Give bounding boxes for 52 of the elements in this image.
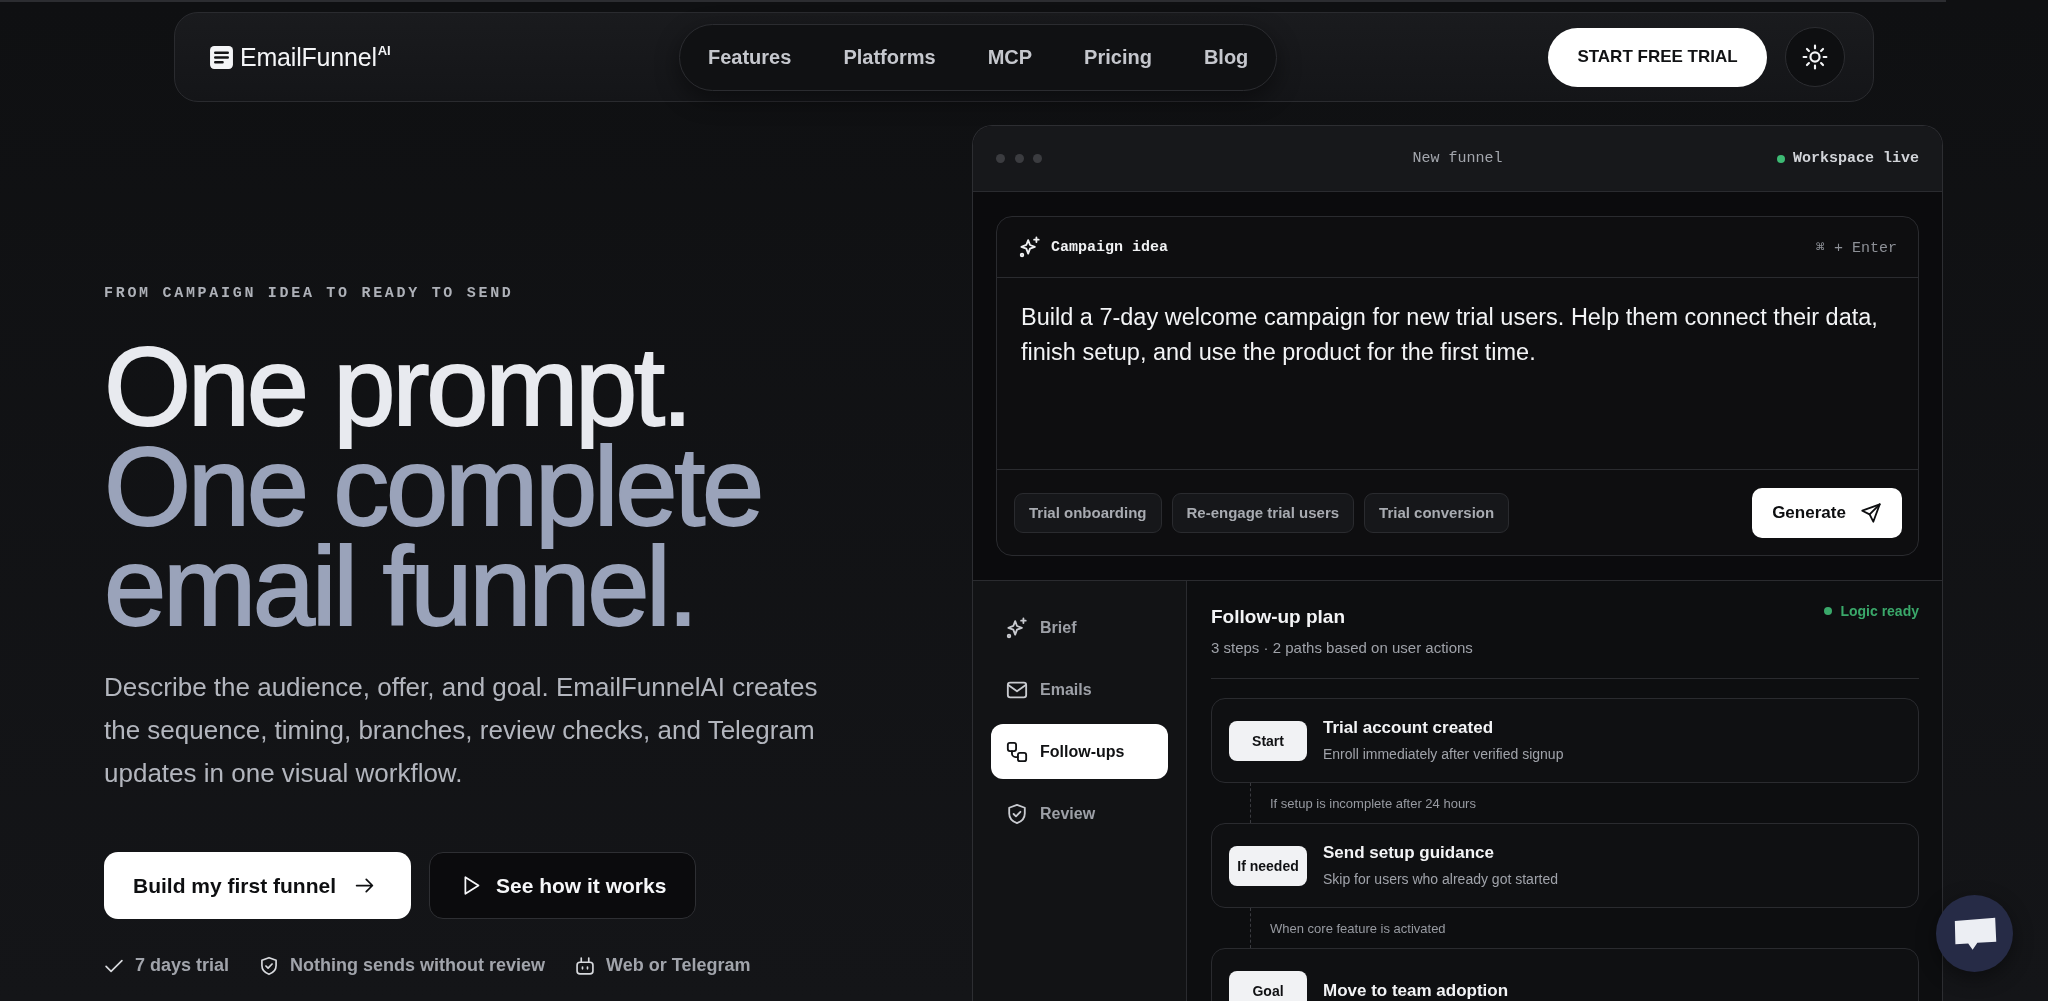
branch-condition: If setup is incomplete after 24 hours	[1270, 795, 1476, 811]
plan-summary: 3 steps · 2 paths based on user actions	[1211, 639, 1473, 657]
branch-condition: When core feature is activated	[1270, 920, 1446, 936]
logo-link[interactable]: EmailFunnel$^{AI}$	[209, 42, 391, 72]
suggestion-chip[interactable]: Trial conversion	[1364, 492, 1510, 533]
step-title: Trial account created	[1323, 718, 1495, 738]
nav-link[interactable]: Features	[682, 25, 818, 89]
feature-highlight: Nothing sends without review	[290, 955, 546, 976]
generate-button[interactable]: Generate	[1752, 487, 1902, 538]
card-title: Campaign idea	[1051, 238, 1169, 256]
status-dot-icon	[1824, 607, 1833, 615]
prompt-input-field[interactable]: Build a 7-day welcome campaign for new trial users. Help them connect their data, finish setup, and use the product for the first time.	[997, 278, 1918, 469]
sidebar-item[interactable]: Emails	[991, 662, 1168, 717]
send-icon	[1859, 501, 1882, 524]
plan-title: Follow-up plan	[1211, 606, 1347, 628]
sun-icon	[1802, 44, 1828, 70]
document-logo-icon	[209, 44, 234, 70]
keyboard-shortcut: ⌘ + Enter	[1815, 238, 1897, 257]
step-description: Skip for users who already got started	[1323, 871, 1558, 888]
step-description: Enroll immediately after verified signup	[1323, 746, 1564, 763]
hero-headline: One prompt. One complete email funnel.	[104, 337, 762, 637]
start-trial-button[interactable]: START FREE TRIAL	[1548, 27, 1767, 87]
sparkle-icon	[1006, 616, 1028, 639]
nav-link[interactable]: MCP	[961, 25, 1059, 89]
workspace-status: Workspace live	[1792, 150, 1919, 167]
sidebar-item[interactable]: Review	[991, 786, 1168, 841]
watch-demo-button[interactable]: See how it works	[429, 852, 697, 919]
step-title: Send setup guidance	[1323, 843, 1495, 863]
linked-squares-icon	[1006, 740, 1028, 763]
shield-check-icon	[259, 955, 280, 976]
window-title: New funnel	[1412, 150, 1503, 167]
sidebar-item[interactable]: Brief	[991, 600, 1168, 655]
robot-icon	[575, 955, 596, 976]
sparkle-icon	[1019, 236, 1041, 258]
feature-highlight: Web or Telegram	[606, 955, 751, 976]
build-funnel-button[interactable]: Build my first funnel	[104, 852, 411, 919]
nav-link[interactable]: Platforms	[817, 25, 962, 89]
sidebar-item[interactable]: Follow-ups	[991, 724, 1168, 779]
hero-description: Describe the audience, offer, and goal. EmailFunnelAI creates the sequence, timing, branches, review checks, and Telegram updates in one visual workflow.	[104, 671, 819, 790]
stage-tag: Start	[1229, 720, 1307, 761]
shield-check-icon	[1006, 802, 1028, 825]
suggestion-chip[interactable]: Trial onboarding	[1014, 492, 1162, 533]
feature-highlight: 7 days trial	[135, 955, 230, 976]
stage-tag: Goal	[1229, 970, 1307, 1001]
stage-tag: If needed	[1229, 845, 1307, 886]
logic-status: Logic ready	[1840, 603, 1919, 619]
nav-link[interactable]: Blog	[1177, 25, 1275, 89]
eyebrow-text: FROM CAMPAIGN IDEA TO READY TO SEND	[104, 285, 515, 303]
suggestion-chip[interactable]: Re-engage trial users	[1171, 492, 1355, 533]
status-dot-icon	[1776, 154, 1785, 163]
nav-link[interactable]: Pricing	[1058, 25, 1178, 89]
step-title: Move to team adoption	[1323, 980, 1509, 1001]
